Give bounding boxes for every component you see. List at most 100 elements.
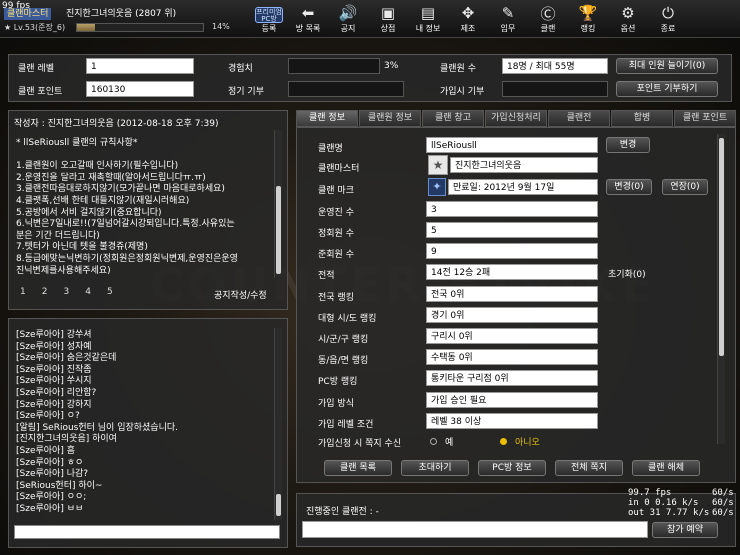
nav-label: 옵션 <box>620 24 636 33</box>
reset-record-button[interactable]: 초기화(0) <box>608 267 646 280</box>
send-all-note-button[interactable]: 전체 쪽지 <box>555 460 623 476</box>
nav-clan[interactable]: Ⓒ 클랜 <box>528 2 568 36</box>
clan-mark-expire: 만료일: 2012년 9월 17일 <box>448 179 598 195</box>
radio-no[interactable] <box>500 438 507 445</box>
town-rank-value: 수택동 0위 <box>426 349 598 365</box>
nav-label: 종료 <box>660 24 676 33</box>
clan-mark-label: 클랜 마크 <box>318 186 354 196</box>
net-rates: 60/s 60/s 60/s <box>712 488 734 518</box>
clan-role-badge: 클랜마스터 <box>4 8 52 20</box>
nav-exit[interactable]: ⏻ 종료 <box>648 2 688 36</box>
join-note-no[interactable]: 아니오 <box>500 435 540 448</box>
clan-master-label: 클랜마스터 <box>318 164 360 174</box>
chat-scrollbar[interactable] <box>274 328 282 520</box>
radio-yes[interactable] <box>430 438 437 445</box>
reserve-join-button[interactable]: 참가 예약 <box>652 522 718 538</box>
tab-clan-war[interactable]: 클랜전 <box>548 110 610 127</box>
net-fps: 99.7 fps <box>628 488 672 498</box>
nav-label: 랭킹 <box>580 24 596 33</box>
nav-label: 내 정보 <box>415 24 441 33</box>
tab-clan-info[interactable]: 클랜 정보 <box>296 110 358 127</box>
tab-merge[interactable]: 합병 <box>611 110 673 127</box>
clan-war-input[interactable] <box>302 521 648 538</box>
nav-my-info[interactable]: ▤ 내 정보 <box>408 2 448 36</box>
player-profile: 클랜마스터 진지한그녀의웃음 (2807 위) ★ Lv.53(준장_6) 14… <box>4 8 236 36</box>
chat-line: [Sze루아아] 숨은것같은데 <box>16 353 117 364</box>
chat-scroll-thumb[interactable] <box>276 494 281 516</box>
page-2[interactable]: 2 <box>42 287 48 297</box>
clan-level-value: 1 <box>86 58 194 74</box>
chat-line: [Sze루아아] 성자예 <box>16 341 92 352</box>
page-3[interactable]: 3 <box>63 287 69 297</box>
invite-button[interactable]: 초대하기 <box>401 460 469 476</box>
clan-actions: 클랜 목록 초대하기 PC방 정보 전체 쪽지 클랜 해체 <box>324 460 700 476</box>
page-5[interactable]: 5 <box>107 287 113 297</box>
disband-clan-button[interactable]: 클랜 해체 <box>632 460 700 476</box>
page-1[interactable]: 1 <box>20 287 26 297</box>
staff-count-label: 운영진 수 <box>318 208 354 218</box>
tab-join-requests[interactable]: 가입신청처리 <box>485 110 547 127</box>
arrow-left-icon: ⬅ <box>301 4 315 22</box>
nav-room-list[interactable]: ⬅ 방 목록 <box>288 2 328 36</box>
members-label: 클랜원 수 <box>440 64 476 74</box>
chat-line: [Sze루아아] 강쑤셔 <box>16 330 92 340</box>
increase-members-button[interactable]: 최대 인원 늘이기(0) <box>616 58 718 74</box>
join-donation-value <box>502 81 608 97</box>
clan-info-scrollbar[interactable] <box>717 134 725 444</box>
write-notice-button[interactable]: 공지작성/수정 <box>214 288 267 301</box>
nav-label: 상점 <box>380 24 396 33</box>
notice-scroll-thumb[interactable] <box>276 186 281 274</box>
chat-line: [Sze루아아] 리안함? <box>16 387 97 398</box>
radio-no-label: 아니오 <box>515 438 540 448</box>
speaker-icon: 🔊 <box>338 4 358 22</box>
district-rank-value: 구리시 0위 <box>426 328 598 344</box>
clan-info-scroll-thumb[interactable] <box>719 138 724 356</box>
tab-clan-storage[interactable]: 클랜 창고 <box>422 110 484 127</box>
join-note-label: 가입신청 시 쪽지 수신 <box>318 439 402 449</box>
clan-list-button[interactable]: 클랜 목록 <box>324 460 392 476</box>
nav-mission[interactable]: ✎ 임무 <box>488 2 528 36</box>
net-rate-2: 60/s <box>712 498 734 508</box>
clan-exp-percent: 3% <box>384 61 399 71</box>
tab-clan-points[interactable]: 클랜 포인트 <box>674 110 736 127</box>
notice-pagination: 1 2 3 4 5 <box>20 287 113 297</box>
net-rate-1: 60/s <box>712 488 734 498</box>
shop-icon: ▣ <box>380 4 396 22</box>
tab-member-info[interactable]: 클랜원 정보 <box>359 110 421 127</box>
pc-room-info-button[interactable]: PC방 정보 <box>478 460 546 476</box>
join-note-yes[interactable]: 예 <box>430 435 453 448</box>
chat-log: [Sze루아아] 강쑤셔 [Sze루아아] 성자예 [Sze루아아] 숨은것같은데 [… <box>16 330 266 516</box>
donate-points-button[interactable]: 포인트 기부하기 <box>616 81 718 97</box>
nav-ranking[interactable]: 🏆 랭킹 <box>568 2 608 36</box>
main-nav: 프리미엄 PC방 등록 ⬅ 방 목록 🔊 공지 ▣ 상점 ▤ 내 정보 ✥ 제조 ✎ 임무 … <box>250 2 740 36</box>
pc-rank-value: 통키타운 구리점 0위 <box>426 370 598 386</box>
nav-craft[interactable]: ✥ 제조 <box>448 2 488 36</box>
exp-bar <box>76 23 204 32</box>
notice-scrollbar[interactable] <box>274 130 282 278</box>
chat-line: [Sze루아아] ㅂㅂ <box>16 503 84 514</box>
page-4[interactable]: 4 <box>85 287 91 297</box>
regular-donation-value <box>288 81 404 97</box>
mission-icon: ✎ <box>501 4 515 22</box>
nav-register[interactable]: 프리미엄 PC방 등록 <box>250 2 288 36</box>
nav-notice[interactable]: 🔊 공지 <box>328 2 368 36</box>
clan-icon: Ⓒ <box>540 4 556 23</box>
join-level-select[interactable]: 레벨 38 이상 <box>426 413 598 429</box>
chat-line: [SeRious헌터] 하이~ <box>16 480 103 491</box>
chat-input[interactable] <box>14 525 280 539</box>
chat-line: [Sze루아아] 강하지 <box>16 399 92 410</box>
chat-line: [Sze루아아] ㅎㅇ <box>16 457 84 468</box>
associate-count-label: 준회원 수 <box>318 250 354 260</box>
nav-options[interactable]: ⚙ 옵션 <box>608 2 648 36</box>
extend-mark-button[interactable]: 연장(0) <box>662 179 708 195</box>
exp-percent: 14% <box>212 22 230 31</box>
join-donation-label: 가입시 기부 <box>440 87 485 97</box>
change-name-button[interactable]: 변경 <box>606 137 650 153</box>
clan-level-label: 클랜 레벨 <box>18 64 54 74</box>
nav-label: 방 목록 <box>295 24 321 33</box>
trophy-icon: 🏆 <box>578 4 598 22</box>
join-method-select[interactable]: 가입 승인 필요 <box>426 392 598 408</box>
regular-count-label: 정회원 수 <box>318 229 354 239</box>
nav-shop[interactable]: ▣ 상점 <box>368 2 408 36</box>
change-mark-button[interactable]: 변경(0) <box>606 179 652 195</box>
